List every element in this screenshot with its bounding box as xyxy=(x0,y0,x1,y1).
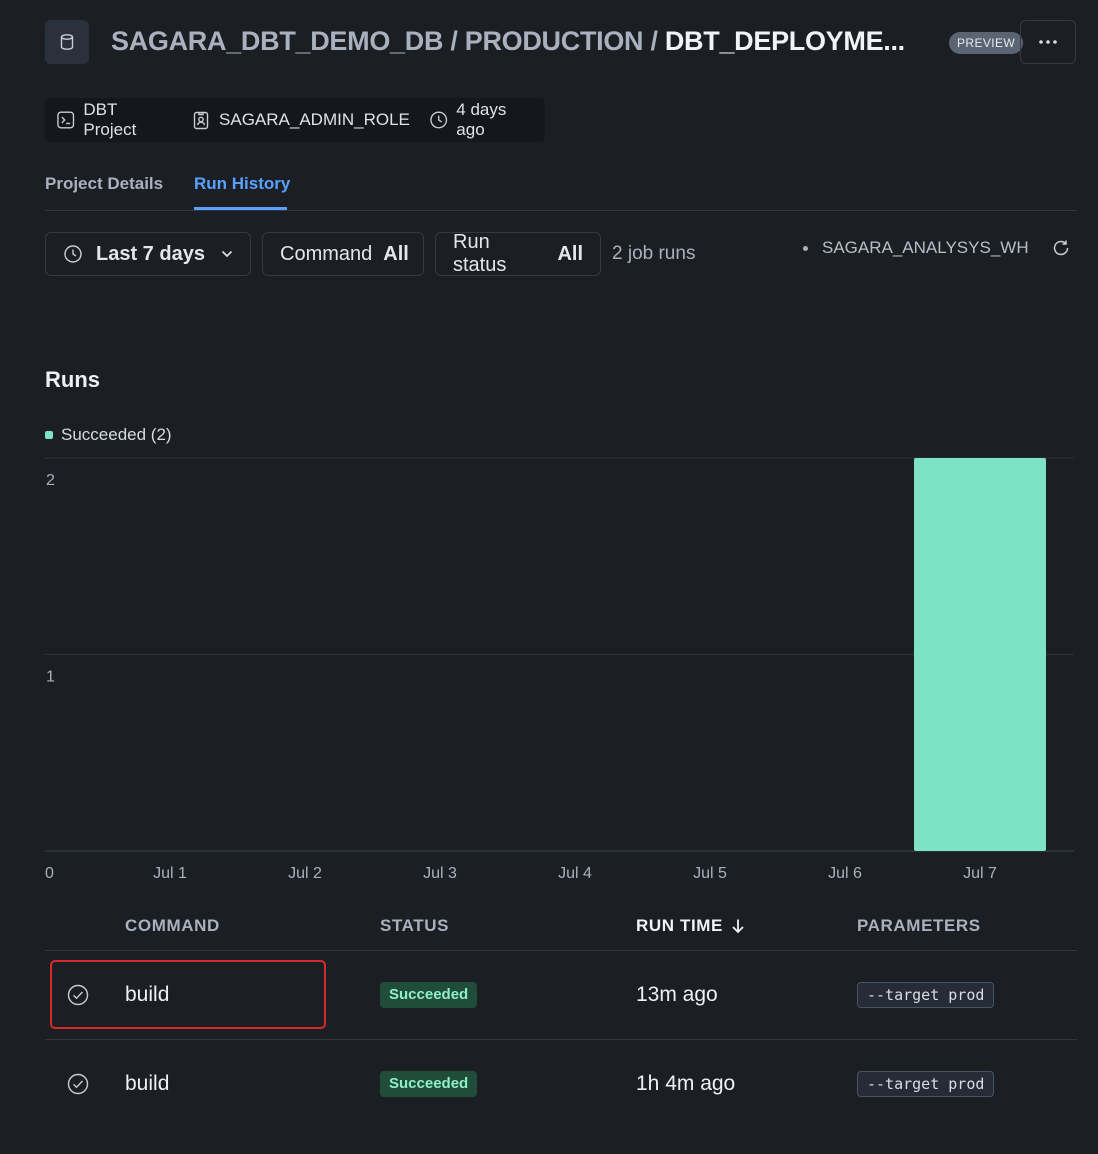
refresh-icon[interactable] xyxy=(1051,238,1071,258)
terminal-icon xyxy=(57,111,75,129)
runs-section-title: Runs xyxy=(45,367,100,392)
column-header-parameters[interactable]: PARAMETERS xyxy=(857,916,981,936)
command-filter-label: Command xyxy=(280,242,373,265)
more-horizontal-icon xyxy=(1039,40,1057,44)
meta-updated-label: 4 days ago xyxy=(456,100,507,139)
more-options-button[interactable] xyxy=(1020,20,1076,64)
sort-descending-icon xyxy=(732,919,744,934)
x-tick-label: Jul 2 xyxy=(288,865,322,882)
breadcrumb-database[interactable]: SAGARA_DBT_DEMO_DB xyxy=(111,26,443,56)
bar-jul-7 xyxy=(914,458,1046,851)
tab-project-details[interactable]: Project Details xyxy=(45,174,163,194)
warehouse-indicator: SAGARA_ANALYSYS_WH xyxy=(803,238,1029,258)
database-icon xyxy=(45,20,89,64)
chevron-down-icon xyxy=(221,250,233,258)
object-meta-bar: DBT Project SAGARA_ADMIN_ROLE 4 days ago xyxy=(45,98,545,142)
x-tick-label: Jul 4 xyxy=(558,865,592,882)
meta-updated: 4 days ago xyxy=(429,100,537,140)
date-range-filter[interactable]: Last 7 days xyxy=(45,232,251,276)
x-tick-label: Jul 5 xyxy=(693,865,727,882)
x-tick-label: Jul 3 xyxy=(423,865,457,882)
parameters-cell: --target prod xyxy=(857,982,995,1008)
command-filter-value: All xyxy=(383,242,409,265)
date-range-label: Last 7 days xyxy=(96,242,205,265)
success-check-icon xyxy=(67,1073,89,1095)
breadcrumb-schema[interactable]: PRODUCTION xyxy=(465,26,644,56)
meta-role-label: SAGARA_ADMIN_ROLE xyxy=(219,110,410,129)
legend-swatch-succeeded xyxy=(45,431,53,439)
column-header-status[interactable]: STATUS xyxy=(380,916,449,936)
highlight-box xyxy=(50,960,326,1029)
x-tick-label: Jul 1 xyxy=(153,865,187,882)
runs-bar-chart: 1 2 0 Jul 1 Jul 2 Jul 3 Jul 4 Jul 5 Jul 6 Jul 7 xyxy=(45,457,1074,882)
meta-role: SAGARA_ADMIN_ROLE xyxy=(191,110,410,130)
table-row[interactable]: build Succeeded 1h 4m ago --target prod xyxy=(45,1040,1077,1128)
column-header-run-time-label: RUN TIME xyxy=(636,916,723,935)
y-tick-label: 2 xyxy=(46,472,55,489)
clock-icon xyxy=(430,111,448,129)
warehouse-name: SAGARA_ANALYSYS_WH xyxy=(822,238,1029,257)
command-cell: build xyxy=(125,1072,170,1095)
column-header-run-time[interactable]: RUN TIME xyxy=(636,916,745,936)
column-header-command[interactable]: COMMAND xyxy=(125,916,220,936)
tab-bar: Project Details Run History xyxy=(45,172,1077,211)
breadcrumb-current: DBT_DEPLOYME... xyxy=(664,26,905,56)
job-run-count: 2 job runs xyxy=(612,243,696,264)
breadcrumb-separator: / xyxy=(650,26,658,56)
x-tick-label: Jul 6 xyxy=(828,865,862,882)
parameters-cell: --target prod xyxy=(857,1071,995,1097)
y-tick-label: 1 xyxy=(46,669,55,686)
run-time-cell: 1h 4m ago xyxy=(636,1072,736,1095)
meta-type: DBT Project xyxy=(56,100,172,140)
run-status-filter-value: All xyxy=(557,242,583,265)
preview-badge: PREVIEW xyxy=(949,32,1024,54)
badge-user-icon xyxy=(193,111,209,130)
run-status-filter[interactable]: Run status All xyxy=(435,231,601,276)
meta-type-label: DBT Project xyxy=(83,100,137,139)
breadcrumb-separator: / xyxy=(450,26,458,56)
command-filter[interactable]: Command All xyxy=(262,232,424,276)
x-tick-label: Jul 7 xyxy=(963,865,997,882)
y-tick-label: 0 xyxy=(45,865,54,882)
run-status-filter-label: Run status xyxy=(453,231,507,276)
run-time-cell: 13m ago xyxy=(636,983,718,1006)
clock-icon xyxy=(64,245,82,263)
page-title: SAGARA_DBT_DEMO_DB / PRODUCTION / DBT_DE… xyxy=(111,26,905,57)
warehouse-status-dot xyxy=(803,245,808,251)
active-tab-indicator xyxy=(194,207,287,210)
status-badge: Succeeded xyxy=(380,982,478,1008)
status-badge: Succeeded xyxy=(380,1071,478,1097)
tab-run-history[interactable]: Run History xyxy=(194,174,290,194)
